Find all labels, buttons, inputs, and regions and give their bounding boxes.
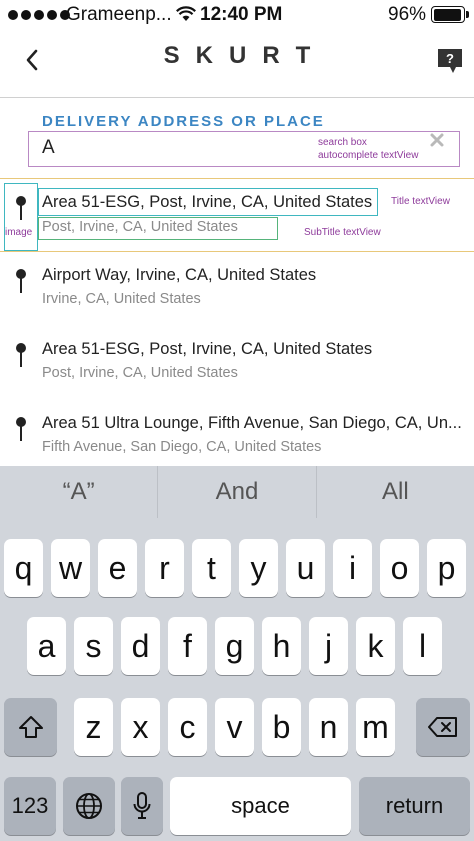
keyboard: “A” And All q w e r t y u i o p a s d f … [0,466,474,841]
carrier-name: Grameenp... [66,4,172,25]
key-a[interactable]: a [27,617,66,675]
numbers-key[interactable]: 123 [4,777,56,835]
clock: 12:40 PM [200,4,283,25]
globe-icon [76,793,102,819]
key-k[interactable]: k [356,617,395,675]
result-title: Airport Way, Irvine, CA, United States [42,266,317,284]
clear-icon[interactable] [429,132,445,148]
key-o[interactable]: o [380,539,419,597]
suggestion-all[interactable]: All [317,466,474,518]
location-pin-icon [16,343,26,367]
search-input-value[interactable]: A [42,137,55,159]
key-w[interactable]: w [51,539,90,597]
result-item[interactable]: Area 51-ESG, Post, Irvine, CA, United St… [0,178,474,252]
svg-text:?: ? [446,51,454,66]
key-p[interactable]: p [427,539,466,597]
dictation-key[interactable] [121,777,163,835]
key-x[interactable]: x [121,698,160,756]
key-c[interactable]: c [168,698,207,756]
result-item[interactable]: Area 51-ESG, Post, Irvine, CA, United St… [0,330,474,404]
navigation-bar: SKURT ? [0,30,474,98]
result-item[interactable]: Airport Way, Irvine, CA, United States I… [0,256,474,330]
wifi-icon [176,6,196,21]
microphone-icon [133,792,151,819]
result-subtitle: Post, Irvine, CA, United States [42,365,238,381]
key-e[interactable]: e [98,539,137,597]
subtitle-annotation-label: SubTitle textView [304,227,381,238]
chat-help-icon[interactable]: ? [436,46,464,76]
location-pin-icon [16,269,26,293]
key-g[interactable]: g [215,617,254,675]
suggestion-and[interactable]: And [158,466,317,518]
key-z[interactable]: z [74,698,113,756]
shift-icon [18,716,43,738]
key-r[interactable]: r [145,539,184,597]
globe-key[interactable] [63,777,115,835]
delivery-address-label: DELIVERY ADDRESS OR PLACE [42,113,325,130]
result-title: Area 51 Ultra Lounge, Fifth Avenue, San … [42,414,462,432]
delete-key[interactable] [416,698,470,756]
key-b[interactable]: b [262,698,301,756]
key-y[interactable]: y [239,539,278,597]
key-j[interactable]: j [309,617,348,675]
result-title: Area 51-ESG, Post, Irvine, CA, United St… [42,340,373,358]
delete-icon [428,717,457,737]
title-annotation-box [38,188,378,216]
key-i[interactable]: i [333,539,372,597]
key-d[interactable]: d [121,617,160,675]
result-subtitle: Fifth Avenue, San Diego, CA, United Stat… [42,439,322,455]
signal-strength-icon [8,10,70,20]
search-box-annotation: search box autocomplete textView [318,137,419,161]
key-h[interactable]: h [262,617,301,675]
app-title: SKURT [163,42,327,69]
status-bar: Grameenp... 12:40 PM 96% [0,0,474,30]
key-n[interactable]: n [309,698,348,756]
image-annotation-label: image [5,227,33,238]
battery-icon [431,6,469,23]
location-pin-icon [16,417,26,441]
key-f[interactable]: f [168,617,207,675]
image-annotation-box [4,183,38,251]
key-s[interactable]: s [74,617,113,675]
return-key[interactable]: return [359,777,470,835]
key-m[interactable]: m [356,698,395,756]
key-q[interactable]: q [4,539,43,597]
title-annotation-label: Title textView [391,196,450,207]
result-subtitle: Irvine, CA, United States [42,291,201,307]
predictive-bar: “A” And All [0,466,474,518]
battery-percentage: 96% [388,4,427,25]
key-l[interactable]: l [403,617,442,675]
search-input[interactable]: A search box autocomplete textView [28,131,460,167]
shift-key[interactable] [4,698,57,756]
key-u[interactable]: u [286,539,325,597]
key-v[interactable]: v [215,698,254,756]
subtitle-annotation-box [38,217,278,240]
suggestion-quoted[interactable]: “A” [0,466,159,518]
space-key[interactable]: space [170,777,351,835]
key-t[interactable]: t [192,539,231,597]
